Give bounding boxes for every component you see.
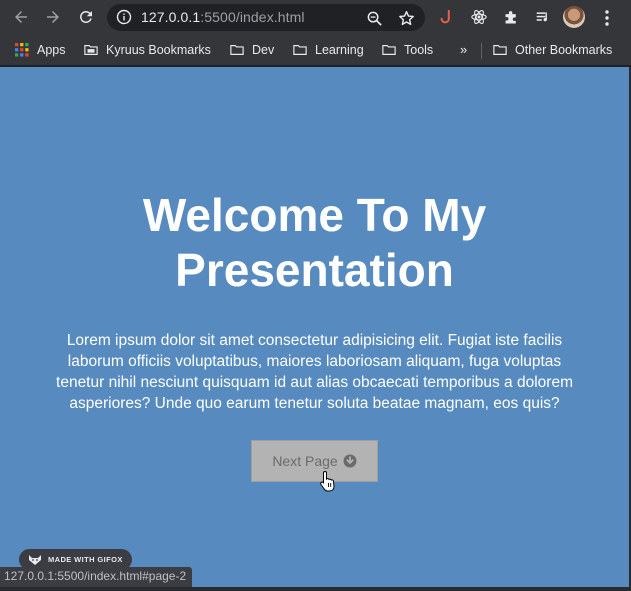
page-title-line-2: Presentation xyxy=(175,244,454,296)
folder-icon xyxy=(292,42,308,58)
address-bar[interactable]: 127.0.0.1:5500/index.html xyxy=(107,4,425,31)
folder-icon xyxy=(83,42,99,58)
page-viewport: Welcome To My Presentation Lorem ipsum d… xyxy=(0,67,629,587)
gifox-label: MADE WITH GIFOX xyxy=(48,555,123,564)
bookmarks-bar: Apps Kyruus Bookmarks Dev Learning Tools… xyxy=(0,35,631,66)
link-status-bar: 127.0.0.1:5500/index.html#page-2 xyxy=(0,567,193,587)
bookmark-label: Learning xyxy=(315,43,364,57)
arrow-down-circle-icon xyxy=(343,454,357,468)
bookmarks-divider xyxy=(481,43,482,59)
url-host: 127.0.0.1 xyxy=(141,9,201,25)
apps-grid-icon xyxy=(14,42,30,58)
next-page-label: Next Page xyxy=(272,453,338,469)
forward-arrow-icon xyxy=(47,11,59,23)
bookmark-label: Apps xyxy=(37,43,66,57)
react-devtools-icon[interactable] xyxy=(468,6,490,28)
bookmark-dev[interactable]: Dev xyxy=(229,40,274,60)
address-url[interactable]: 127.0.0.1:5500/index.html xyxy=(141,9,305,25)
fox-logo-icon xyxy=(29,554,41,565)
bookmarks-overflow-button[interactable]: » xyxy=(460,42,467,57)
extensions-puzzle-icon[interactable] xyxy=(500,6,522,28)
next-page-button[interactable]: Next Page xyxy=(251,440,378,482)
bookmark-star-icon[interactable] xyxy=(397,9,415,27)
bookmark-label: Tools xyxy=(404,43,434,57)
bookmark-kyruus[interactable]: Kyruus Bookmarks xyxy=(83,40,211,60)
extension-j-icon[interactable] xyxy=(436,6,458,28)
folder-icon xyxy=(381,42,397,58)
media-queue-icon[interactable] xyxy=(532,6,554,28)
zoom-icon[interactable] xyxy=(365,9,383,27)
url-path: :5500/index.html xyxy=(200,9,305,25)
bookmark-label: Kyruus Bookmarks xyxy=(106,43,211,57)
reload-button[interactable] xyxy=(74,5,98,29)
page-title: Welcome To My Presentation xyxy=(0,188,629,298)
back-arrow-icon xyxy=(15,11,27,23)
browser-toolbar: 127.0.0.1:5500/index.html xyxy=(0,0,631,35)
hand-pointer-icon xyxy=(320,470,335,492)
folder-icon xyxy=(492,42,508,58)
back-button[interactable] xyxy=(9,5,33,29)
bookmark-tools[interactable]: Tools xyxy=(381,40,433,60)
site-info-icon[interactable] xyxy=(116,9,132,25)
bookmark-learning[interactable]: Learning xyxy=(292,40,364,60)
folder-icon xyxy=(229,42,245,58)
profile-avatar[interactable] xyxy=(563,6,585,28)
reload-icon xyxy=(80,11,92,23)
window-frame-bottom xyxy=(0,587,631,591)
bookmark-other[interactable]: Other Bookmarks xyxy=(492,40,612,60)
bookmark-apps[interactable]: Apps xyxy=(14,40,66,60)
page-title-line-1: Welcome To My xyxy=(142,189,487,241)
bookmark-label: Other Bookmarks xyxy=(515,43,613,57)
bookmark-label: Dev xyxy=(252,43,275,57)
browser-menu-icon[interactable] xyxy=(599,8,615,28)
page-description: Lorem ipsum dolor sit amet consectetur a… xyxy=(56,332,573,412)
forward-button[interactable] xyxy=(41,5,65,29)
